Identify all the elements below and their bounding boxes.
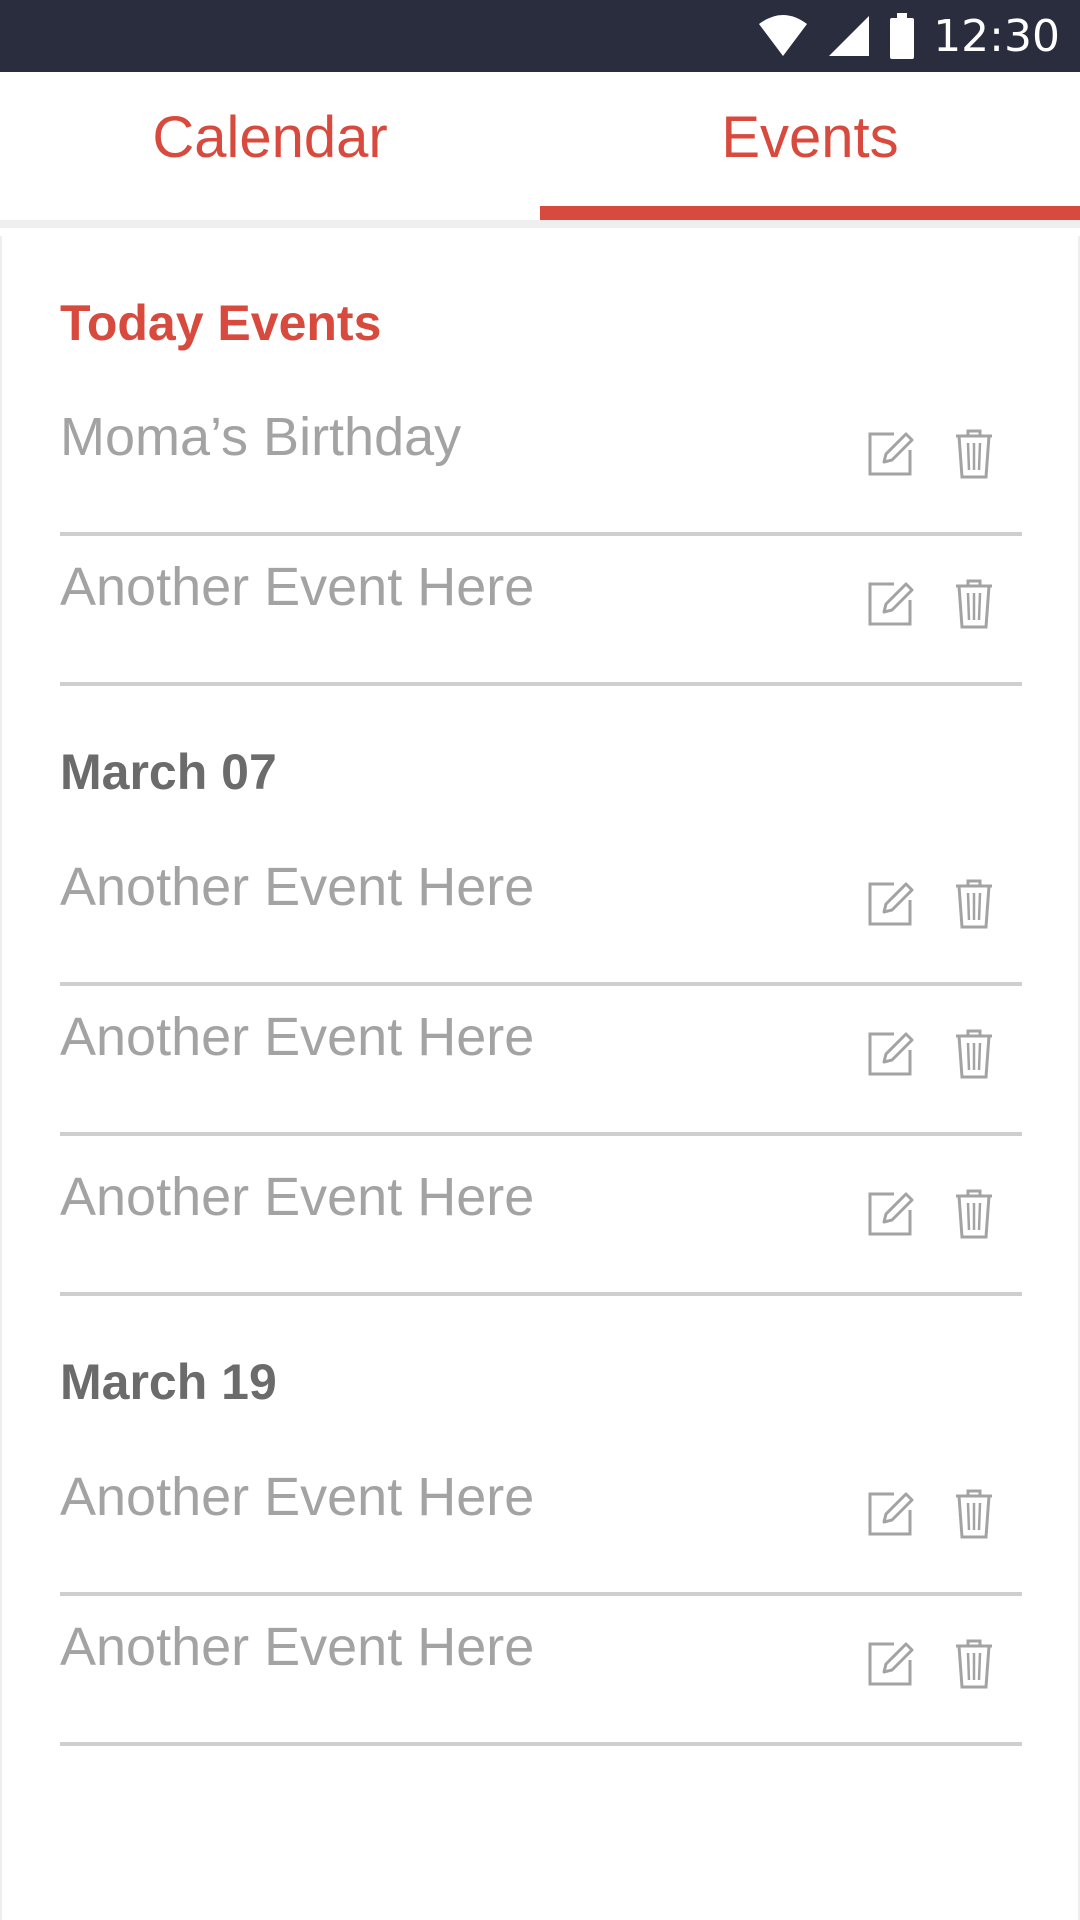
trash-icon[interactable]	[944, 1484, 1004, 1544]
tab-events-label: Events	[721, 104, 899, 170]
tab-events[interactable]: Events	[540, 72, 1080, 220]
status-time: 12:30	[933, 10, 1060, 62]
edit-icon[interactable]	[860, 574, 920, 634]
event-row[interactable]: Another Event Here	[60, 836, 1022, 986]
event-row[interactable]: Another Event Here	[60, 1146, 1022, 1296]
status-bar: 12:30	[0, 0, 1080, 72]
event-title: Another Event Here	[60, 1167, 535, 1227]
trash-icon[interactable]	[944, 1634, 1004, 1694]
signal-icon	[827, 14, 871, 58]
event-row[interactable]: Another Event Here	[60, 536, 1022, 686]
trash-icon[interactable]	[944, 1184, 1004, 1244]
edit-icon[interactable]	[860, 424, 920, 484]
event-title: Another Event Here	[60, 1617, 535, 1677]
edit-icon[interactable]	[860, 1634, 920, 1694]
events-list[interactable]: Today Events Moma’s Birthday Another Eve…	[0, 236, 1080, 1920]
edit-icon[interactable]	[860, 1184, 920, 1244]
events-screen: 12:30 Calendar Events Today Events Moma’…	[0, 0, 1080, 1920]
event-row[interactable]: Another Event Here	[60, 986, 1022, 1136]
event-title: Moma’s Birthday	[60, 407, 462, 467]
tab-bar: Calendar Events	[0, 72, 1080, 228]
edit-icon[interactable]	[860, 1484, 920, 1544]
event-row[interactable]: Another Event Here	[60, 1596, 1022, 1746]
event-title: Another Event Here	[60, 557, 535, 617]
wifi-icon	[757, 14, 809, 58]
trash-icon[interactable]	[944, 874, 1004, 934]
section-title-date: March 19	[60, 1354, 277, 1410]
battery-icon	[889, 13, 915, 59]
tab-calendar[interactable]: Calendar	[0, 72, 540, 220]
edit-icon[interactable]	[860, 1024, 920, 1084]
event-title: Another Event Here	[60, 1007, 535, 1067]
tab-calendar-label: Calendar	[152, 104, 388, 170]
event-title: Another Event Here	[60, 1467, 535, 1527]
event-row[interactable]: Moma’s Birthday	[60, 386, 1022, 536]
trash-icon[interactable]	[944, 424, 1004, 484]
edit-icon[interactable]	[860, 874, 920, 934]
tab-indicator-active	[540, 206, 1080, 220]
trash-icon[interactable]	[944, 1024, 1004, 1084]
event-row[interactable]: Another Event Here	[60, 1446, 1022, 1596]
tab-indicator	[0, 206, 540, 220]
section-title-date: March 07	[60, 744, 277, 800]
trash-icon[interactable]	[944, 574, 1004, 634]
section-title-today: Today Events	[60, 295, 382, 351]
event-title: Another Event Here	[60, 857, 535, 917]
